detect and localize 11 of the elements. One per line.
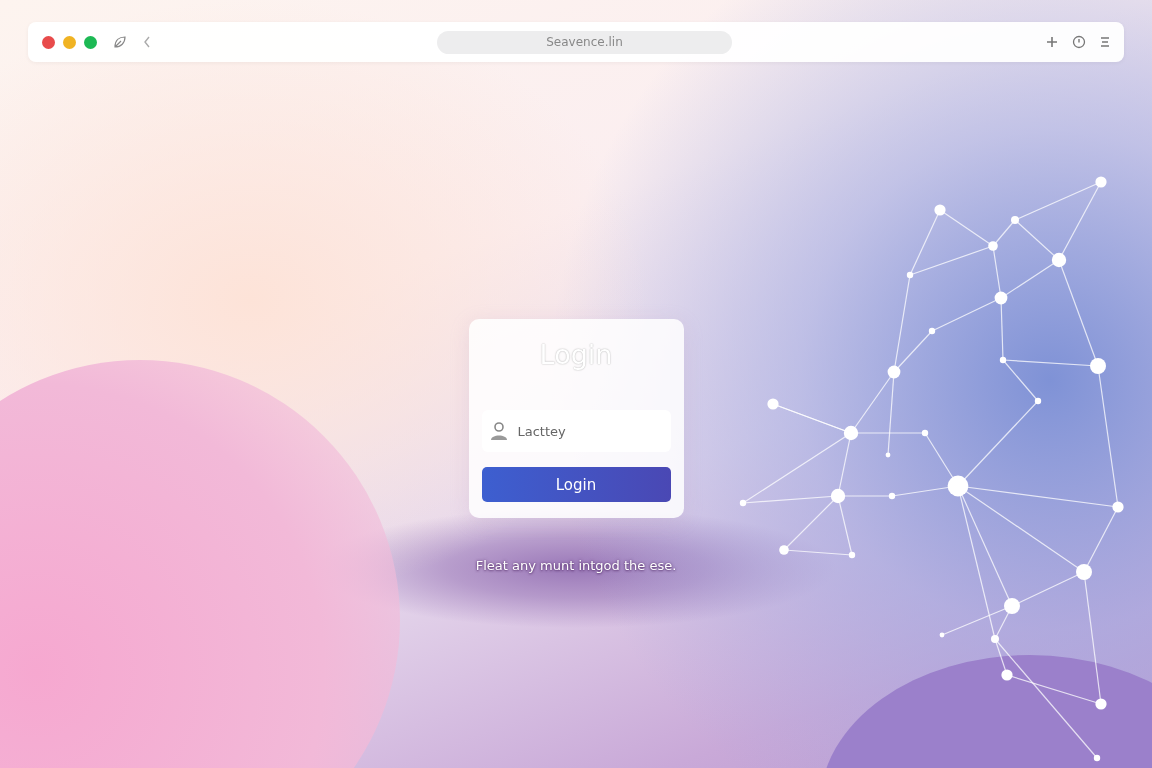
leaf-icon[interactable] [113, 35, 127, 49]
clock-icon[interactable] [1072, 35, 1086, 49]
login-button[interactable]: Login [481, 467, 671, 502]
close-window-icon[interactable] [42, 35, 55, 49]
maximize-window-icon[interactable] [84, 35, 97, 49]
footer-text: Fleat any munt intgod the ese. [475, 558, 677, 573]
back-icon[interactable] [143, 36, 151, 48]
menu-icon[interactable] [1100, 36, 1110, 48]
plus-icon[interactable] [1046, 36, 1058, 48]
username-field[interactable]: Lacttey [481, 410, 671, 452]
minimize-window-icon[interactable] [63, 35, 76, 49]
